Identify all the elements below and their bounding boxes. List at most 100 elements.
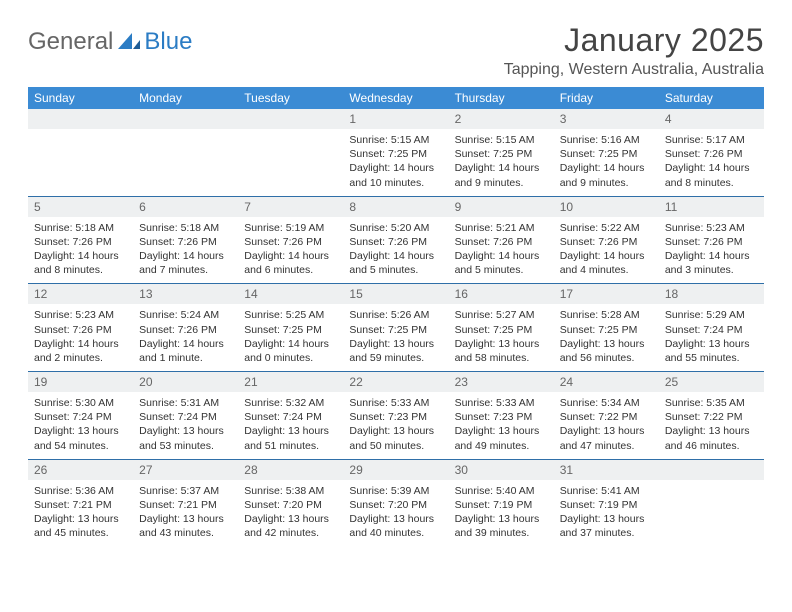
sunrise-text: Sunrise: 5:22 AM [560, 221, 653, 235]
day-detail-cell [238, 129, 343, 196]
sunrise-text: Sunrise: 5:15 AM [455, 133, 548, 147]
daylight-text: and 10 minutes. [349, 176, 442, 190]
sunset-text: Sunset: 7:26 PM [665, 147, 758, 161]
weekday-header: Wednesday [343, 87, 448, 109]
daylight-text: and 53 minutes. [139, 439, 232, 453]
day-detail-row: Sunrise: 5:23 AMSunset: 7:26 PMDaylight:… [28, 304, 764, 371]
day-detail-cell: Sunrise: 5:15 AMSunset: 7:25 PMDaylight:… [343, 129, 448, 196]
sunset-text: Sunset: 7:23 PM [349, 410, 442, 424]
daylight-text: and 58 minutes. [455, 351, 548, 365]
day-detail-cell: Sunrise: 5:36 AMSunset: 7:21 PMDaylight:… [28, 480, 133, 547]
sunset-text: Sunset: 7:21 PM [34, 498, 127, 512]
logo-sail-icon [118, 28, 140, 56]
day-detail-cell: Sunrise: 5:23 AMSunset: 7:26 PMDaylight:… [28, 304, 133, 371]
daylight-text: and 56 minutes. [560, 351, 653, 365]
day-detail-cell: Sunrise: 5:23 AMSunset: 7:26 PMDaylight:… [659, 217, 764, 284]
daylight-text: and 49 minutes. [455, 439, 548, 453]
daylight-text: and 45 minutes. [34, 526, 127, 540]
sunset-text: Sunset: 7:25 PM [455, 323, 548, 337]
day-detail-cell: Sunrise: 5:37 AMSunset: 7:21 PMDaylight:… [133, 480, 238, 547]
sunrise-text: Sunrise: 5:36 AM [34, 484, 127, 498]
sunset-text: Sunset: 7:21 PM [139, 498, 232, 512]
sunset-text: Sunset: 7:26 PM [455, 235, 548, 249]
daylight-text: and 54 minutes. [34, 439, 127, 453]
sunrise-text: Sunrise: 5:40 AM [455, 484, 548, 498]
day-detail-cell: Sunrise: 5:15 AMSunset: 7:25 PMDaylight:… [449, 129, 554, 196]
daylight-text: and 7 minutes. [139, 263, 232, 277]
sunset-text: Sunset: 7:25 PM [349, 147, 442, 161]
daylight-text: Daylight: 13 hours [139, 512, 232, 526]
day-number-cell: 23 [449, 372, 554, 393]
day-number-cell [28, 109, 133, 129]
day-number-row: 12131415161718 [28, 284, 764, 305]
daylight-text: Daylight: 14 hours [139, 249, 232, 263]
daylight-text: Daylight: 14 hours [139, 337, 232, 351]
month-title: January 2025 [504, 22, 764, 59]
sunset-text: Sunset: 7:19 PM [455, 498, 548, 512]
day-number-row: 262728293031 [28, 459, 764, 480]
sunset-text: Sunset: 7:20 PM [349, 498, 442, 512]
day-detail-row: Sunrise: 5:30 AMSunset: 7:24 PMDaylight:… [28, 392, 764, 459]
daylight-text: Daylight: 13 hours [349, 512, 442, 526]
weekday-header: Thursday [449, 87, 554, 109]
day-detail-cell: Sunrise: 5:26 AMSunset: 7:25 PMDaylight:… [343, 304, 448, 371]
daylight-text: Daylight: 13 hours [34, 424, 127, 438]
day-number-cell: 30 [449, 459, 554, 480]
sunrise-text: Sunrise: 5:28 AM [560, 308, 653, 322]
daylight-text: Daylight: 14 hours [665, 249, 758, 263]
daylight-text: and 50 minutes. [349, 439, 442, 453]
sunset-text: Sunset: 7:24 PM [34, 410, 127, 424]
sunset-text: Sunset: 7:26 PM [665, 235, 758, 249]
daylight-text: Daylight: 13 hours [455, 337, 548, 351]
daylight-text: and 2 minutes. [34, 351, 127, 365]
daylight-text: and 59 minutes. [349, 351, 442, 365]
day-detail-cell: Sunrise: 5:18 AMSunset: 7:26 PMDaylight:… [133, 217, 238, 284]
sunrise-text: Sunrise: 5:26 AM [349, 308, 442, 322]
day-detail-cell: Sunrise: 5:31 AMSunset: 7:24 PMDaylight:… [133, 392, 238, 459]
sunrise-text: Sunrise: 5:34 AM [560, 396, 653, 410]
day-detail-cell: Sunrise: 5:18 AMSunset: 7:26 PMDaylight:… [28, 217, 133, 284]
day-number-cell: 26 [28, 459, 133, 480]
day-number-cell: 31 [554, 459, 659, 480]
weekday-header: Tuesday [238, 87, 343, 109]
daylight-text: and 55 minutes. [665, 351, 758, 365]
sunset-text: Sunset: 7:23 PM [455, 410, 548, 424]
sunrise-text: Sunrise: 5:17 AM [665, 133, 758, 147]
day-number-cell: 7 [238, 196, 343, 217]
day-number-cell: 15 [343, 284, 448, 305]
daylight-text: Daylight: 14 hours [560, 249, 653, 263]
day-number-cell: 18 [659, 284, 764, 305]
daylight-text: and 47 minutes. [560, 439, 653, 453]
day-detail-cell: Sunrise: 5:41 AMSunset: 7:19 PMDaylight:… [554, 480, 659, 547]
day-detail-cell: Sunrise: 5:39 AMSunset: 7:20 PMDaylight:… [343, 480, 448, 547]
day-detail-cell: Sunrise: 5:35 AMSunset: 7:22 PMDaylight:… [659, 392, 764, 459]
day-detail-row: Sunrise: 5:36 AMSunset: 7:21 PMDaylight:… [28, 480, 764, 547]
day-number-cell [133, 109, 238, 129]
sunrise-text: Sunrise: 5:18 AM [139, 221, 232, 235]
day-detail-row: Sunrise: 5:15 AM Sunset: 7:25 PMDaylight:… [28, 129, 764, 196]
sunrise-text: Sunrise: 5:39 AM [349, 484, 442, 498]
weekday-header: Friday [554, 87, 659, 109]
daylight-text: Daylight: 13 hours [560, 512, 653, 526]
day-detail-cell: Sunrise: 5:21 AMSunset: 7:26 PMDaylight:… [449, 217, 554, 284]
day-number-cell: 24 [554, 372, 659, 393]
daylight-text: Daylight: 14 hours [349, 161, 442, 175]
day-detail-cell: Sunrise: 5:16 AMSunset: 7:25 PMDaylight:… [554, 129, 659, 196]
daylight-text: Daylight: 13 hours [349, 424, 442, 438]
daylight-text: Daylight: 13 hours [455, 424, 548, 438]
day-number-cell: 10 [554, 196, 659, 217]
daylight-text: and 42 minutes. [244, 526, 337, 540]
day-detail-cell: Sunrise: 5:22 AMSunset: 7:26 PMDaylight:… [554, 217, 659, 284]
weekday-header: Saturday [659, 87, 764, 109]
sunrise-text: Sunrise: 5:37 AM [139, 484, 232, 498]
sunset-text: Sunset: 7:22 PM [560, 410, 653, 424]
sunrise-text: Sunrise: 5:35 AM [665, 396, 758, 410]
daylight-text: Daylight: 14 hours [349, 249, 442, 263]
daylight-text: Daylight: 13 hours [455, 512, 548, 526]
day-detail-row: Sunrise: 5:18 AMSunset: 7:26 PMDaylight:… [28, 217, 764, 284]
sunrise-text: Sunrise: 5:19 AM [244, 221, 337, 235]
weekday-header: Monday [133, 87, 238, 109]
day-number-cell: 2 [449, 109, 554, 129]
daylight-text: Daylight: 13 hours [34, 512, 127, 526]
daylight-text: and 5 minutes. [455, 263, 548, 277]
